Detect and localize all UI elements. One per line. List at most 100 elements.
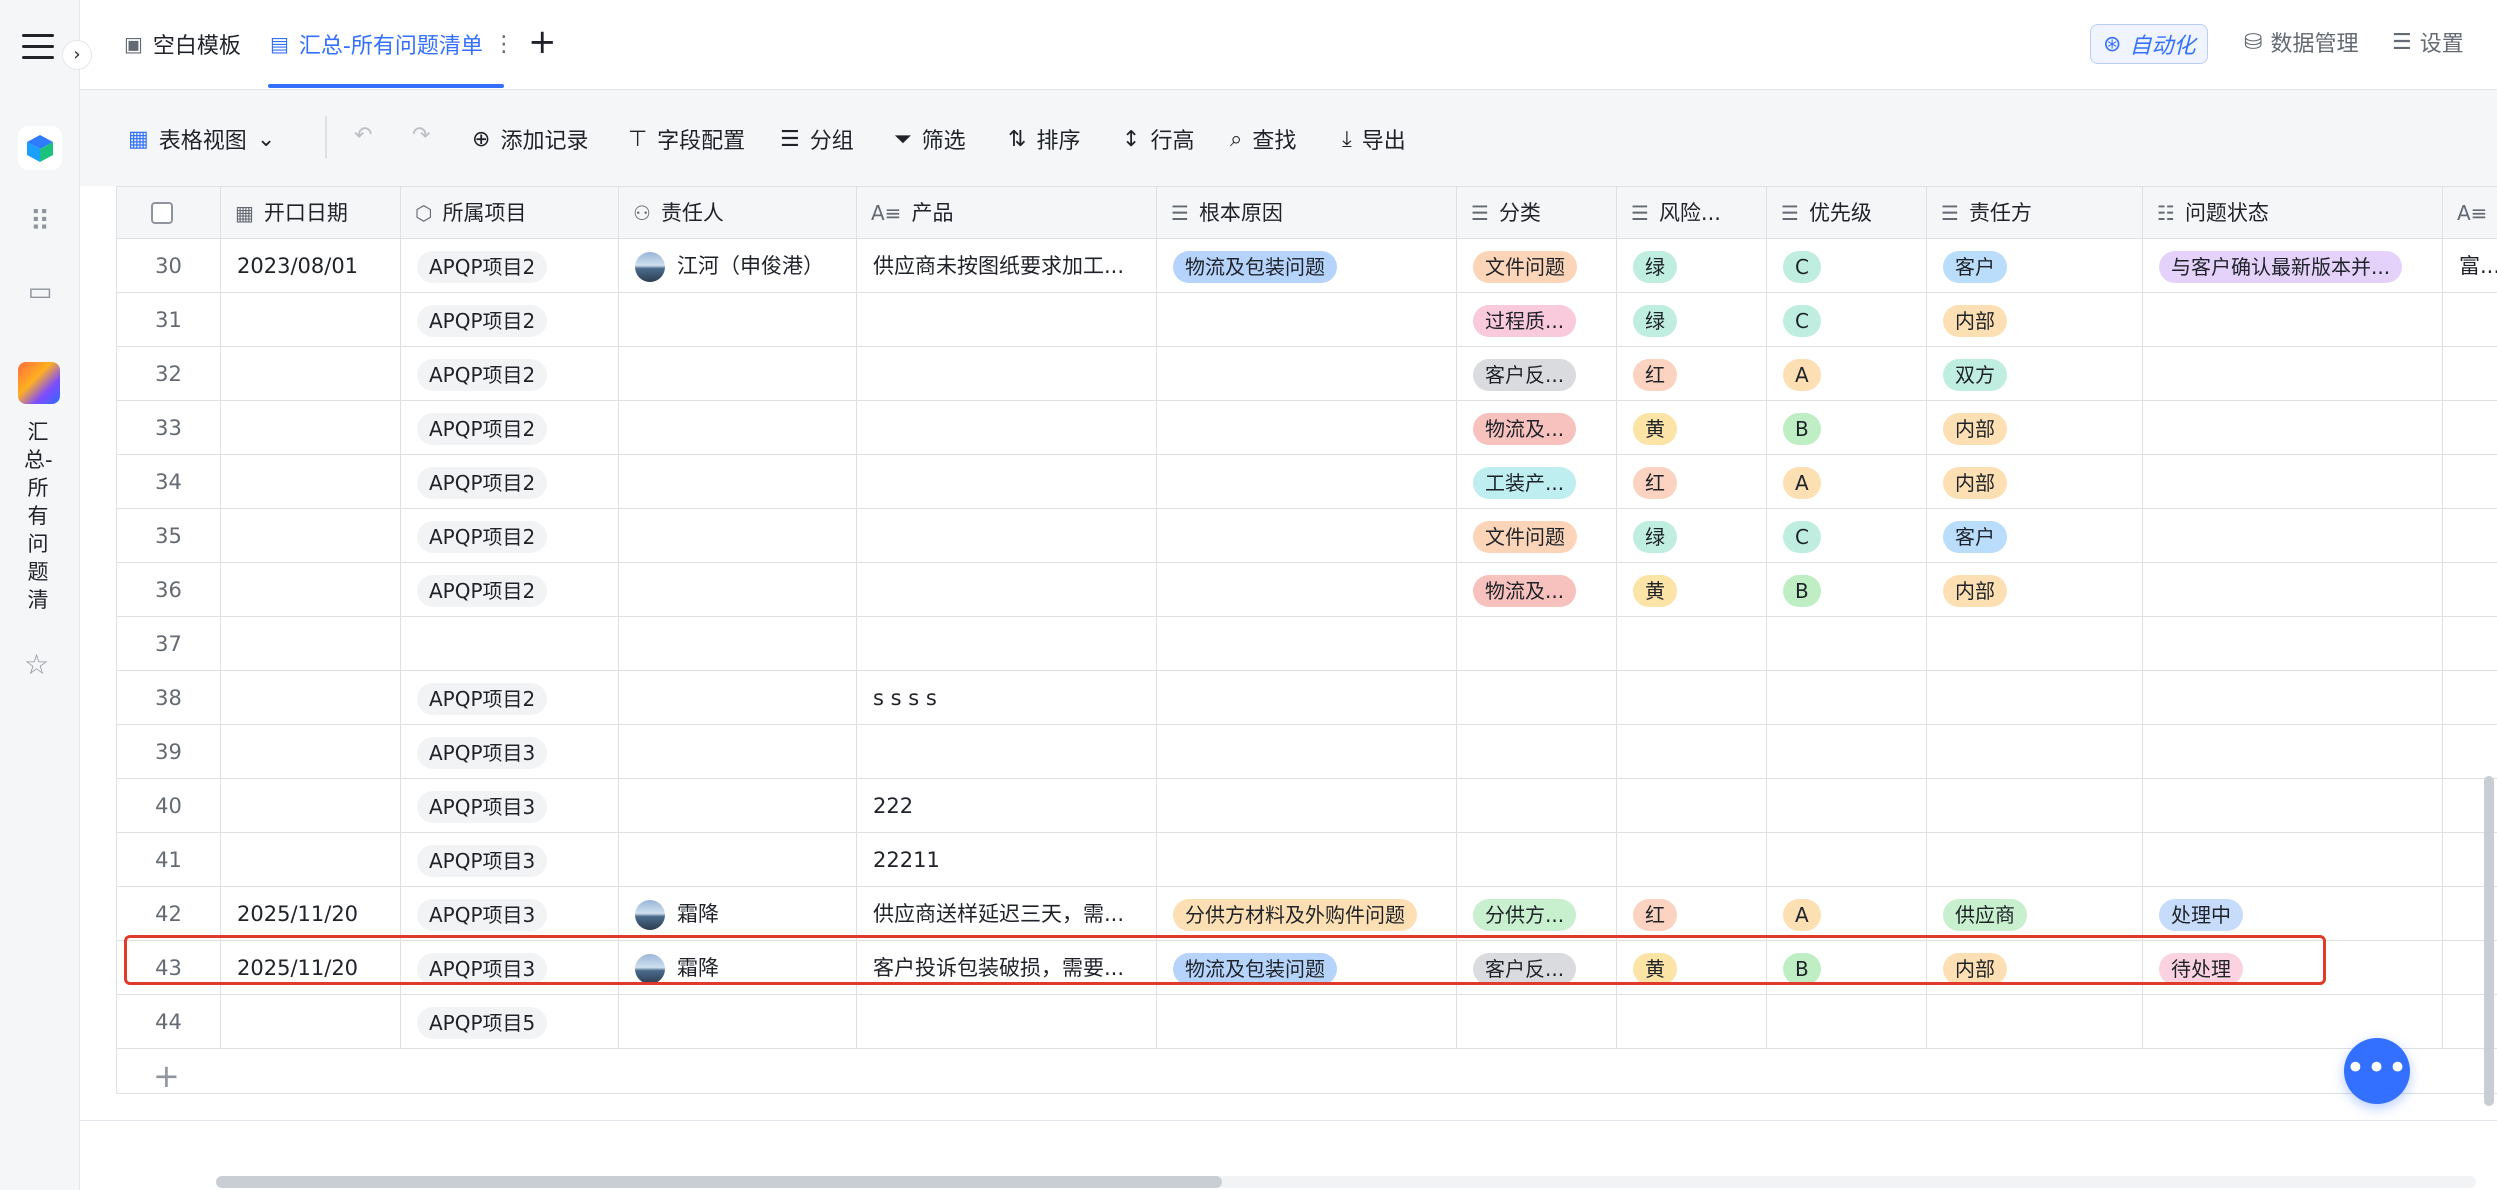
cell-owner[interactable]	[619, 401, 857, 455]
cell-status[interactable]	[2143, 293, 2443, 347]
cell-priority[interactable]: C	[1767, 293, 1927, 347]
cell-owner[interactable]	[619, 563, 857, 617]
cell-date[interactable]	[221, 509, 401, 563]
cell-num[interactable]: 33	[117, 401, 221, 455]
cell-risk[interactable]: 绿	[1617, 293, 1767, 347]
cell-date[interactable]	[221, 833, 401, 887]
cell-num[interactable]: 36	[117, 563, 221, 617]
cell-owner[interactable]	[619, 509, 857, 563]
cell-priority[interactable]	[1767, 833, 1927, 887]
cell-category[interactable]	[1457, 671, 1617, 725]
add-row[interactable]: +	[117, 1049, 2497, 1093]
cell-product[interactable]: 供应商送样延迟三天，需...	[857, 887, 1157, 941]
find-button[interactable]: ⌕ 查找	[1230, 123, 1296, 155]
cell-party[interactable]	[1927, 725, 2143, 779]
cell-party[interactable]	[1927, 995, 2143, 1049]
cell-risk[interactable]: 红	[1617, 347, 1767, 401]
cell-cause[interactable]	[1157, 455, 1457, 509]
column-header-responsible-party[interactable]: ☰ 责任方	[1927, 187, 2143, 239]
cell-cause[interactable]	[1157, 509, 1457, 563]
cell-cause[interactable]	[1157, 671, 1457, 725]
cell-date[interactable]: 2025/11/20	[221, 887, 401, 941]
cell-product[interactable]: 222	[857, 779, 1157, 833]
cell-extra[interactable]	[2443, 563, 2497, 617]
cell-risk[interactable]: 绿	[1617, 509, 1767, 563]
table-row[interactable]: 31 APQP项目2 过程质... 绿 C 内部	[117, 293, 2497, 347]
column-header-priority[interactable]: ☰ 优先级	[1767, 187, 1927, 239]
cell-project[interactable]: APQP项目2	[401, 401, 619, 455]
cell-product[interactable]	[857, 401, 1157, 455]
cell-status[interactable]	[2143, 995, 2443, 1049]
table-row[interactable]: 34 APQP项目2 工装产... 红 A 内部	[117, 455, 2497, 509]
cell-priority[interactable]	[1767, 995, 1927, 1049]
cell-priority[interactable]: A	[1767, 455, 1927, 509]
cell-date[interactable]	[221, 401, 401, 455]
cell-category[interactable]: 过程质...	[1457, 293, 1617, 347]
table-row[interactable]: 44 APQP项目5	[117, 995, 2497, 1049]
cell-status[interactable]: 待处理	[2143, 941, 2443, 995]
cell-party[interactable]	[1927, 617, 2143, 671]
cell-num[interactable]: 43	[117, 941, 221, 995]
undo-icon[interactable]: ↶	[354, 123, 372, 148]
table-row[interactable]: 32 APQP项目2 客户反... 红 A 双方	[117, 347, 2497, 401]
table-row[interactable]: 35 APQP项目2 文件问题 绿 C 客户	[117, 509, 2497, 563]
cell-priority[interactable]: B	[1767, 563, 1927, 617]
cell-priority[interactable]: A	[1767, 887, 1927, 941]
cell-cause[interactable]: 分供方材料及外购件问题	[1157, 887, 1457, 941]
cell-project[interactable]: APQP项目3	[401, 941, 619, 995]
cell-num[interactable]: 37	[117, 617, 221, 671]
cell-product[interactable]: s s s s	[857, 671, 1157, 725]
cell-status[interactable]: 处理中	[2143, 887, 2443, 941]
column-header-root-cause[interactable]: ☰ 根本原因	[1157, 187, 1457, 239]
cell-cause[interactable]	[1157, 725, 1457, 779]
cell-risk[interactable]	[1617, 833, 1767, 887]
cell-party[interactable]: 内部	[1927, 563, 2143, 617]
cell-cause[interactable]: 物流及包装问题	[1157, 239, 1457, 293]
column-header-risk[interactable]: ☰ 风险...	[1617, 187, 1767, 239]
cell-owner[interactable]	[619, 455, 857, 509]
sort-button[interactable]: ⇅ 排序	[1008, 123, 1080, 155]
table-row[interactable]: 43 2025/11/20 APQP项目3 霜降 客户投诉包装破损，需要... 物流及包装…	[117, 941, 2497, 995]
cell-owner[interactable]	[619, 293, 857, 347]
cell-category[interactable]	[1457, 779, 1617, 833]
folder-icon[interactable]: ▭	[18, 270, 62, 314]
cell-date[interactable]	[221, 617, 401, 671]
cell-owner[interactable]: 霜降	[619, 887, 857, 941]
cell-priority[interactable]: A	[1767, 347, 1927, 401]
column-header-category[interactable]: ☰ 分类	[1457, 187, 1617, 239]
cell-category[interactable]: 文件问题	[1457, 509, 1617, 563]
cell-num[interactable]: 44	[117, 995, 221, 1049]
cell-risk[interactable]: 红	[1617, 455, 1767, 509]
field-config-button[interactable]: ⊤ 字段配置	[628, 123, 745, 155]
table-row[interactable]: 41 APQP项目3 22211	[117, 833, 2497, 887]
app-home-item[interactable]	[18, 126, 62, 170]
cell-product[interactable]	[857, 347, 1157, 401]
cell-project[interactable]: APQP项目2	[401, 671, 619, 725]
cell-category[interactable]: 工装产...	[1457, 455, 1617, 509]
cell-project[interactable]: APQP项目2	[401, 347, 619, 401]
cell-status[interactable]	[2143, 725, 2443, 779]
cell-category[interactable]: 客户反...	[1457, 941, 1617, 995]
cell-product[interactable]	[857, 455, 1157, 509]
cell-project[interactable]: APQP项目2	[401, 293, 619, 347]
cell-num[interactable]: 31	[117, 293, 221, 347]
filter-button[interactable]: ⏷ 筛选	[894, 123, 966, 155]
cell-status[interactable]	[2143, 833, 2443, 887]
cell-project[interactable]	[401, 617, 619, 671]
cell-category[interactable]: 分供方...	[1457, 887, 1617, 941]
cell-owner[interactable]	[619, 779, 857, 833]
cell-risk[interactable]: 黄	[1617, 563, 1767, 617]
table-row[interactable]: 33 APQP项目2 物流及... 黄 B 内部	[117, 401, 2497, 455]
more-vertical-icon[interactable]: ⋮	[493, 32, 515, 57]
column-header-open-date[interactable]: ▦ 开口日期	[221, 187, 401, 239]
cell-risk[interactable]: 黄	[1617, 941, 1767, 995]
cell-party[interactable]: 供应商	[1927, 887, 2143, 941]
cell-status[interactable]	[2143, 509, 2443, 563]
cell-risk[interactable]	[1617, 779, 1767, 833]
cell-category[interactable]: 客户反...	[1457, 347, 1617, 401]
settings-button[interactable]: ☰ 设置	[2392, 26, 2464, 58]
cell-status[interactable]: 与客户确认最新版本并...	[2143, 239, 2443, 293]
cell-status[interactable]	[2143, 401, 2443, 455]
cell-risk[interactable]: 黄	[1617, 401, 1767, 455]
cell-status[interactable]	[2143, 779, 2443, 833]
